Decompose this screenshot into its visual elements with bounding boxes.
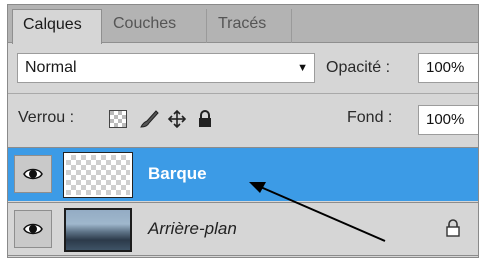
blend-mode-value: Normal bbox=[25, 59, 77, 76]
layer-lock-icon bbox=[445, 219, 461, 242]
lock-position-icon[interactable] bbox=[167, 109, 187, 129]
opacity-label: Opacité : bbox=[326, 59, 391, 76]
layer-name[interactable]: Barque bbox=[148, 164, 207, 184]
lock-label: Verrou : bbox=[18, 109, 75, 126]
lock-fill-row: Verrou : Fond: 100% bbox=[8, 97, 478, 141]
visibility-toggle[interactable] bbox=[14, 210, 52, 248]
eye-icon bbox=[23, 168, 43, 180]
lock-image-pixels-icon[interactable] bbox=[138, 109, 159, 129]
layers-panel: Calques Couches Tracés Normal ▼ Opacité … bbox=[7, 4, 479, 258]
opacity-input[interactable]: 100% bbox=[418, 53, 478, 83]
lock-all-icon[interactable] bbox=[196, 109, 216, 129]
visibility-toggle[interactable] bbox=[14, 155, 52, 193]
eye-icon bbox=[23, 223, 43, 235]
tab-calques[interactable]: Calques bbox=[12, 9, 102, 44]
fill-input[interactable]: 100% bbox=[418, 105, 478, 135]
panel-tab-bar: Calques Couches Tracés bbox=[8, 5, 478, 44]
dropdown-arrow-icon[interactable]: ▼ bbox=[297, 54, 308, 82]
layer-row-barque[interactable]: Barque bbox=[8, 147, 478, 201]
tab-couches[interactable]: Couches bbox=[103, 9, 207, 43]
fill-label: Fond : bbox=[347, 109, 393, 126]
divider bbox=[8, 93, 478, 94]
layer-row-background[interactable]: Arrière-plan bbox=[8, 202, 478, 256]
layer-name[interactable]: Arrière-plan bbox=[148, 219, 237, 239]
layer-thumbnail[interactable] bbox=[63, 152, 133, 198]
tab-traces[interactable]: Tracés bbox=[208, 9, 292, 43]
lock-transparent-pixels-icon[interactable] bbox=[108, 109, 128, 129]
layer-thumbnail[interactable] bbox=[64, 208, 132, 252]
blend-mode-select[interactable]: Normal ▼ bbox=[17, 53, 315, 83]
blend-opacity-row: Normal ▼ Opacité : 100% bbox=[8, 51, 478, 91]
